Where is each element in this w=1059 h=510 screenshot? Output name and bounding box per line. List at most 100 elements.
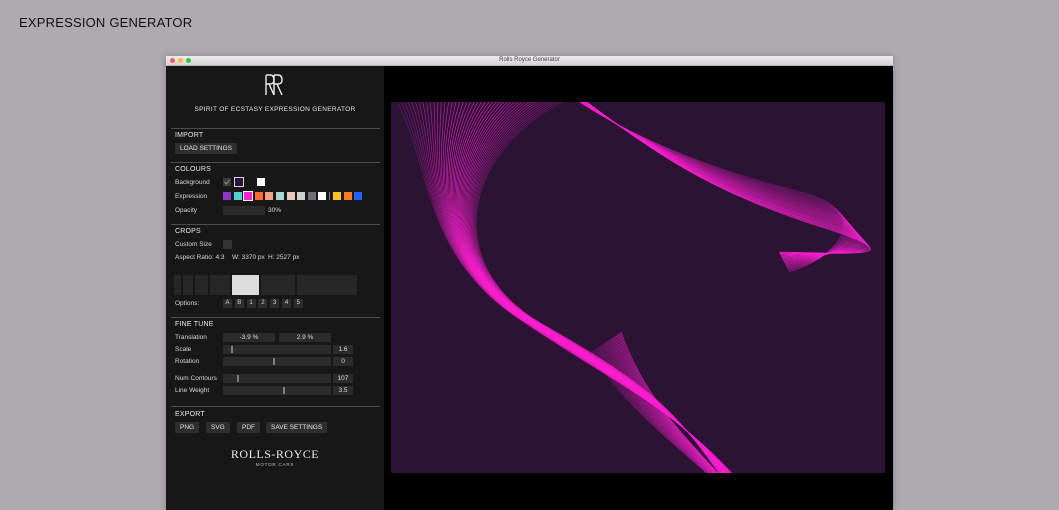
settings-sidebar: SPIRIT OF ECSTASY EXPRESSION GENERATOR I… — [166, 66, 384, 510]
expression-swatch[interactable] — [343, 192, 352, 200]
motor-cars-label: MOTOR CARS — [255, 462, 295, 467]
crop-option-button[interactable]: 2 — [258, 299, 268, 308]
crop-preset-6[interactable] — [261, 275, 295, 295]
opacity-label: Opacity — [175, 207, 198, 214]
expression-artwork — [396, 102, 871, 473]
expression-contour — [614, 336, 716, 473]
crop-options-label: Options: — [175, 300, 200, 307]
aspect-ratio-label: Aspect Ratio: 4:3 — [175, 254, 225, 261]
expression-contour — [610, 338, 715, 473]
fine-tune-heading: FINE TUNE — [175, 321, 214, 328]
expression-contour — [613, 336, 716, 473]
custom-size-checkbox[interactable] — [223, 240, 232, 249]
rotation-slider[interactable] — [223, 357, 331, 366]
import-heading: IMPORT — [175, 132, 204, 139]
rr-monogram-logo — [265, 74, 283, 96]
crop-preset-4[interactable] — [210, 275, 230, 295]
check-icon — [224, 179, 230, 185]
crop-option-button[interactable]: 3 — [270, 299, 280, 308]
crop-option-button[interactable]: 4 — [282, 299, 291, 308]
scale-value[interactable]: 1.6 — [333, 345, 353, 354]
divider — [171, 317, 380, 318]
swatch-separator — [329, 192, 330, 200]
export-png-button[interactable]: PNG — [175, 422, 200, 433]
expression-swatch[interactable] — [265, 192, 274, 200]
background-swatch-purple[interactable] — [234, 177, 244, 187]
expression-artboard[interactable] — [391, 102, 885, 473]
line-weight-value[interactable]: 3.5 — [333, 386, 353, 395]
window-title: Rolls Royce Generator — [499, 57, 560, 63]
expression-swatch[interactable] — [307, 192, 316, 200]
crop-height-value: H: 2527 px — [268, 254, 300, 261]
crop-preset-7[interactable] — [297, 275, 357, 295]
background-swatch-white[interactable] — [257, 178, 265, 186]
crop-option-button[interactable]: 1 — [246, 299, 256, 308]
expression-contour — [583, 102, 861, 260]
save-settings-button[interactable]: SAVE SETTINGS — [266, 422, 328, 433]
expression-contour — [579, 102, 848, 270]
custom-size-label: Custom Size — [175, 241, 212, 248]
expression-swatch[interactable] — [223, 192, 231, 200]
export-pdf-button[interactable]: PDF — [237, 422, 260, 433]
expression-swatch[interactable] — [286, 192, 295, 200]
translation-y-input[interactable]: 2.9 % — [279, 333, 331, 342]
translation-label: Translation — [175, 334, 207, 341]
expression-swatch[interactable] — [354, 192, 363, 200]
crop-preset-selected[interactable] — [232, 275, 259, 295]
line-weight-slider-handle[interactable] — [283, 387, 285, 394]
crop-preset-1[interactable] — [174, 275, 181, 295]
background-label: Background — [175, 179, 210, 186]
num-contours-slider[interactable] — [223, 374, 331, 383]
preview-canvas-area — [384, 66, 893, 510]
expression-contour — [579, 102, 846, 272]
crops-heading: CROPS — [175, 228, 201, 235]
expression-contour — [578, 102, 844, 273]
expression-contour — [579, 102, 847, 270]
window-titlebar: Rolls Royce Generator — [166, 56, 893, 66]
translation-x-input[interactable]: -3.9 % — [223, 333, 275, 342]
scale-slider[interactable] — [223, 345, 331, 354]
expression-swatch[interactable] — [333, 192, 341, 200]
export-heading: EXPORT — [175, 411, 205, 418]
rotation-value[interactable]: 0 — [333, 357, 353, 366]
crop-option-button[interactable]: B — [234, 299, 244, 308]
opacity-slider[interactable] — [223, 206, 265, 215]
expression-contour — [580, 102, 850, 269]
divider — [171, 162, 380, 163]
crop-option-button[interactable]: A — [223, 299, 232, 308]
rotation-slider-handle[interactable] — [273, 358, 275, 365]
expression-contour — [579, 102, 849, 269]
scale-label: Scale — [175, 346, 192, 353]
num-contours-value[interactable]: 107 — [333, 374, 353, 383]
expression-contour — [612, 337, 715, 473]
line-weight-slider[interactable] — [223, 386, 331, 395]
background-swatch-transparent[interactable] — [223, 178, 231, 186]
expression-swatch[interactable] — [318, 192, 327, 200]
num-contours-slider-handle[interactable] — [237, 375, 239, 382]
num-contours-label: Num Contours — [175, 375, 217, 382]
expression-swatch[interactable] — [233, 192, 242, 200]
page-title: EXPRESSION GENERATOR — [19, 15, 193, 30]
expression-contour — [578, 102, 845, 272]
crop-width-value: W: 3370 px — [232, 254, 265, 261]
expression-contour — [579, 102, 847, 271]
opacity-value: 30% — [268, 207, 282, 214]
load-settings-button[interactable]: LOAD SETTINGS — [175, 143, 238, 154]
rolls-royce-wordmark: ROLLS-ROYCE — [230, 447, 320, 461]
expression-label: Expression — [175, 193, 208, 200]
crop-preset-2[interactable] — [183, 275, 193, 295]
export-svg-button[interactable]: SVG — [206, 422, 230, 433]
divider — [171, 224, 380, 225]
colours-heading: COLOURS — [175, 166, 212, 173]
expression-swatch[interactable] — [297, 192, 306, 200]
expression-swatch[interactable] — [243, 191, 254, 201]
sidebar-subtitle: SPIRIT OF ECSTASY EXPRESSION GENERATOR — [194, 106, 356, 113]
crop-preset-3[interactable] — [195, 275, 208, 295]
crop-option-button[interactable]: 5 — [293, 299, 303, 308]
line-weight-label: Line Weight — [175, 387, 210, 394]
expression-swatch[interactable] — [276, 192, 284, 200]
scale-slider-handle[interactable] — [231, 346, 233, 353]
expression-swatch[interactable] — [254, 192, 263, 200]
divider — [171, 406, 380, 407]
app-window: Rolls Royce Generator SPIRIT OF ECSTASY … — [166, 56, 893, 510]
